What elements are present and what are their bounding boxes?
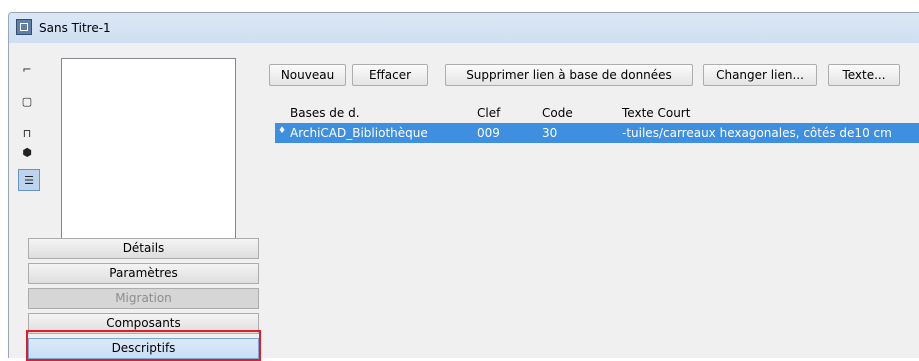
effacer-button[interactable]: Effacer xyxy=(352,64,428,86)
main-window: Sans Titre-1 ⌐ ▢ ⊓ ⬢ ☰ Détails Paramètre… xyxy=(8,12,919,361)
cell-bases: ArchiCAD_Bibliothèque xyxy=(290,126,428,140)
header-clef[interactable]: Clef xyxy=(477,106,500,120)
sort-handle-icon[interactable]: ♦ xyxy=(278,126,286,136)
changer-lien-button[interactable]: Changer lien... xyxy=(703,64,817,86)
line-tool-icon[interactable]: ⌐ xyxy=(18,60,36,78)
nouveau-button[interactable]: Nouveau xyxy=(269,64,346,86)
cell-clef: 009 xyxy=(477,126,500,140)
details-button[interactable]: Détails xyxy=(28,238,259,259)
object-tool-icon[interactable]: ⬢ xyxy=(18,143,36,161)
header-code[interactable]: Code xyxy=(542,106,573,120)
table-row[interactable]: ♦ ArchiCAD_Bibliothèque 009 30 -tuiles/c… xyxy=(275,123,919,143)
list-tool-icon[interactable]: ☰ xyxy=(18,169,40,191)
components-button[interactable]: Composants xyxy=(28,313,259,334)
preview-area xyxy=(61,58,236,241)
cell-code: 30 xyxy=(542,126,558,140)
migration-button[interactable]: Migration xyxy=(28,288,259,309)
descriptifs-button[interactable]: Descriptifs xyxy=(28,338,259,359)
header-texte-court[interactable]: Texte Court xyxy=(622,106,690,120)
column-tool-icon[interactable]: ⊓ xyxy=(18,124,36,142)
title-bar: Sans Titre-1 xyxy=(9,13,919,43)
parameters-button[interactable]: Paramètres xyxy=(28,263,259,284)
rectangle-tool-icon[interactable]: ▢ xyxy=(18,92,36,110)
cell-texte-court: -tuiles/carreaux hexagonales, côtés de10… xyxy=(622,126,892,140)
texte-button[interactable]: Texte... xyxy=(828,64,900,86)
supprimer-lien-button[interactable]: Supprimer lien à base de données xyxy=(445,64,693,86)
window-title: Sans Titre-1 xyxy=(39,21,111,35)
header-bases[interactable]: Bases de d. xyxy=(290,106,360,120)
app-icon xyxy=(16,19,32,35)
